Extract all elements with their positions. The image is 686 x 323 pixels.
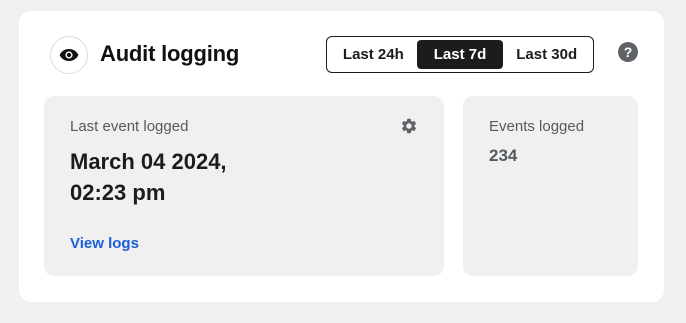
gear-icon[interactable] — [400, 117, 418, 135]
page-title: Audit logging — [100, 41, 240, 66]
help-icon[interactable]: ? — [618, 42, 638, 62]
events-logged-count: 234 — [489, 146, 518, 165]
last-event-label: Last event logged — [70, 118, 189, 135]
range-option-last-24h[interactable]: Last 24h — [330, 40, 417, 69]
range-option-last-7d[interactable]: Last 7d — [416, 40, 504, 69]
last-event-timestamp: March 04 2024, 02:23 pm — [70, 146, 330, 208]
last-event-time: 02:23 pm — [70, 180, 166, 205]
eye-icon — [50, 36, 88, 74]
last-event-date: March 04 2024, — [70, 149, 227, 174]
audit-logging-card: Audit logging Last 24h Last 7d Last 30d … — [19, 11, 664, 302]
events-logged-panel: Events logged 234 — [463, 96, 638, 276]
view-logs-link[interactable]: View logs — [70, 235, 139, 252]
events-logged-label: Events logged — [489, 118, 585, 135]
last-event-panel: Last event logged March 04 2024, 02:23 p… — [44, 96, 444, 276]
time-range-selector: Last 24h Last 7d Last 30d — [326, 36, 594, 73]
range-option-last-30d[interactable]: Last 30d — [503, 40, 590, 69]
